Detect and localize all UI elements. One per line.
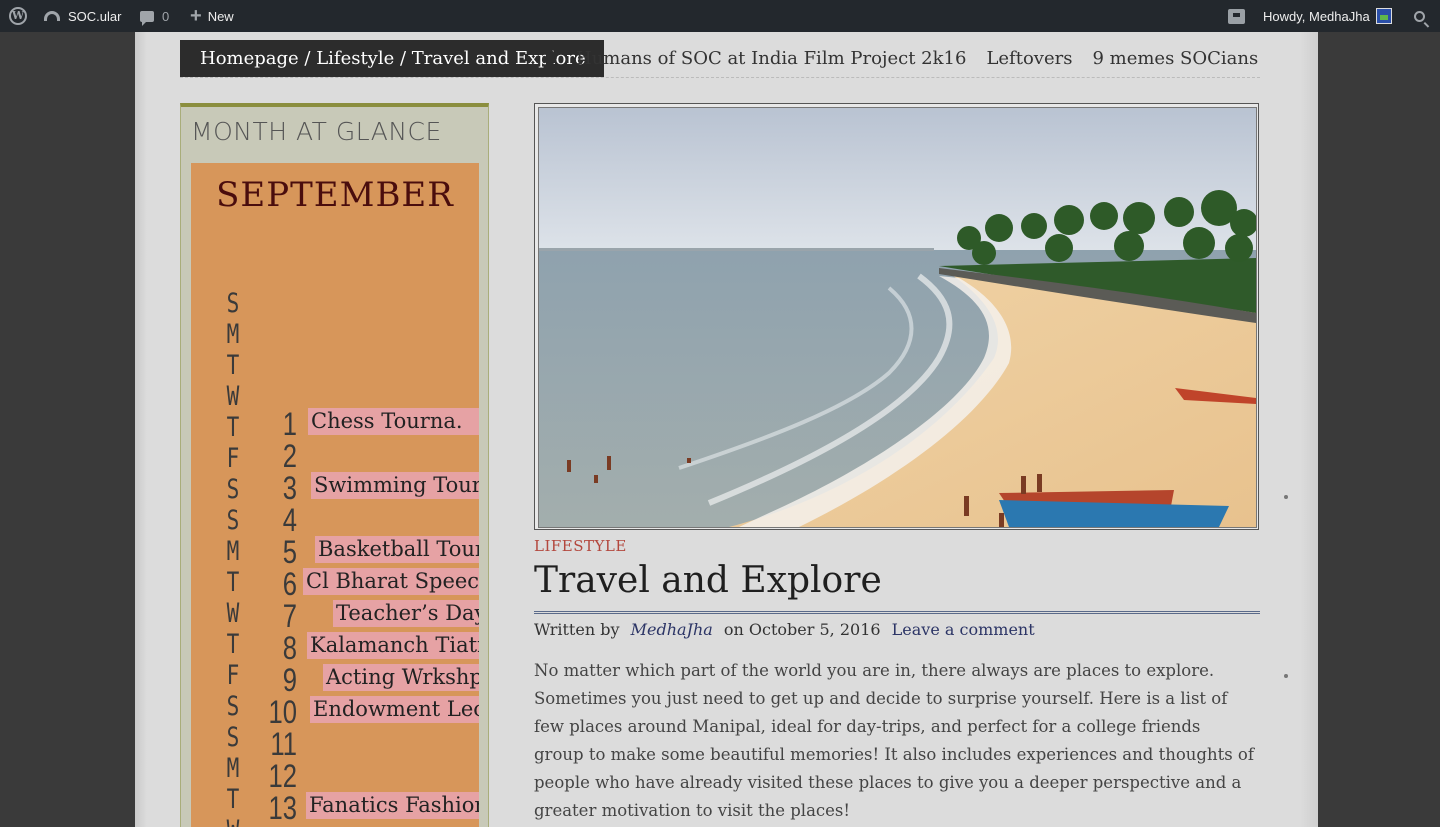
plus-icon: +	[190, 5, 202, 27]
weekday-letter: F	[226, 660, 240, 691]
day-number: 1	[282, 406, 297, 442]
weekday-letter: T	[226, 567, 240, 598]
new-content-button[interactable]: + New	[190, 0, 234, 32]
beach-photo	[538, 107, 1257, 528]
weekday-letter: W	[226, 381, 240, 412]
post-excerpt: No matter which part of the world you ar…	[534, 661, 1254, 820]
weekday-letter: M	[226, 753, 240, 784]
weekday-letter: T	[226, 412, 240, 443]
widget-title: MONTH AT GLANCE	[191, 117, 442, 146]
weekday-letter: T	[226, 350, 240, 381]
ticker-link[interactable]: Leftovers	[986, 48, 1072, 69]
ticker-link[interactable]: Humans of SOC at India Film Project 2k16	[576, 48, 966, 69]
month-at-glance-widget: MONTH AT GLANCE SEPTEMBER SMTWTFSSMTWTFS…	[180, 103, 489, 827]
day-number: 8	[282, 630, 297, 666]
weekday-letter: M	[226, 536, 240, 567]
breadcrumb[interactable]: Homepage / Lifestyle / Travel and Explor…	[180, 40, 604, 77]
weekday-letter: M	[226, 319, 240, 350]
calendar-event: Swimming Tour.	[311, 472, 479, 499]
weekday-letter: S	[226, 691, 240, 722]
dashboard-icon	[44, 11, 60, 21]
written-by-label: Written by	[534, 620, 620, 639]
weekday-letter: S	[226, 288, 240, 319]
post-category[interactable]: LIFESTYLE	[534, 537, 627, 555]
news-ticker: Humans of SOC at India Film Project 2k16…	[576, 40, 1260, 77]
weekday-letter: T	[226, 784, 240, 815]
search-button[interactable]	[1414, 0, 1425, 32]
weekday-letter: S	[226, 722, 240, 753]
weekday-letter: S	[226, 474, 240, 505]
day-number: 6	[282, 566, 297, 602]
breadcrumb-arrow	[546, 40, 557, 76]
new-label: New	[207, 8, 234, 24]
calendar-event: Endowment Lec.	[310, 696, 479, 723]
calendar-event: Acting Wrkshp	[323, 664, 479, 691]
day-number: 5	[282, 534, 297, 570]
notifications-button[interactable]	[1228, 0, 1245, 32]
howdy-text: Howdy, MedhaJha	[1263, 8, 1370, 24]
day-number: 13	[268, 790, 297, 826]
weekday-letter: F	[226, 443, 240, 474]
weekday-letter: W	[224, 816, 243, 827]
calendar-month: SEPTEMBER	[216, 175, 454, 215]
day-number: 10	[268, 694, 297, 730]
day-number: 2	[282, 438, 297, 474]
notification-icon	[1228, 8, 1245, 24]
paper-dot	[1284, 495, 1288, 499]
calendar-event: Cl Bharat Speech	[303, 568, 479, 595]
breadcrumb-bar: Homepage / Lifestyle / Travel and Explor…	[180, 40, 1260, 78]
title-divider	[534, 611, 1260, 614]
day-number: 7	[282, 598, 297, 634]
post-date: on October 5, 2016	[723, 620, 881, 639]
comment-bubble-icon	[140, 10, 154, 26]
calendar-event: Basketball Tour.	[315, 536, 479, 563]
post-meta: Written by MedhaJha on October 5, 2016 L…	[534, 620, 1035, 639]
ticker-link[interactable]: 9 memes SOCians can relate t	[1092, 48, 1260, 69]
weekday-letter: S	[226, 505, 240, 536]
site-name: SOC.ular	[68, 8, 122, 24]
weekday-letter: T	[226, 629, 240, 660]
admin-bar: W SOC.ular 0 + New Howdy, MedhaJha	[0, 0, 1440, 32]
paper-dot	[1284, 674, 1288, 678]
leave-comment-link[interactable]: Leave a comment	[892, 620, 1035, 639]
author-link[interactable]: MedhaJha	[631, 620, 713, 639]
day-number: 3	[282, 470, 297, 506]
weekday-letter: W	[226, 598, 240, 629]
calendar-image: SEPTEMBER SMTWTFSSMTWTFSSMTW1Chess Tourn…	[191, 163, 479, 827]
calendar-event: Teacher’s Day	[333, 600, 479, 627]
wordpress-logo-button[interactable]: W	[8, 0, 28, 32]
search-icon	[1414, 10, 1425, 22]
comment-count: 0	[162, 8, 170, 24]
account-menu[interactable]: Howdy, MedhaJha	[1263, 0, 1392, 32]
site-name-button[interactable]: SOC.ular	[44, 0, 121, 32]
day-number: 12	[268, 758, 297, 794]
calendar-event: Kalamanch Tiatr	[307, 632, 479, 659]
post-title[interactable]: Travel and Explore	[534, 560, 882, 601]
day-number: 9	[282, 662, 297, 698]
day-number: 11	[270, 726, 297, 762]
featured-image[interactable]	[534, 103, 1259, 530]
calendar-event: Fanatics Fashion	[306, 792, 479, 819]
wordpress-icon: W	[9, 7, 27, 25]
calendar-event: Chess Tourna.	[308, 408, 479, 435]
day-number: 4	[282, 502, 297, 538]
comments-button[interactable]: 0	[140, 0, 169, 32]
avatar	[1375, 8, 1392, 24]
